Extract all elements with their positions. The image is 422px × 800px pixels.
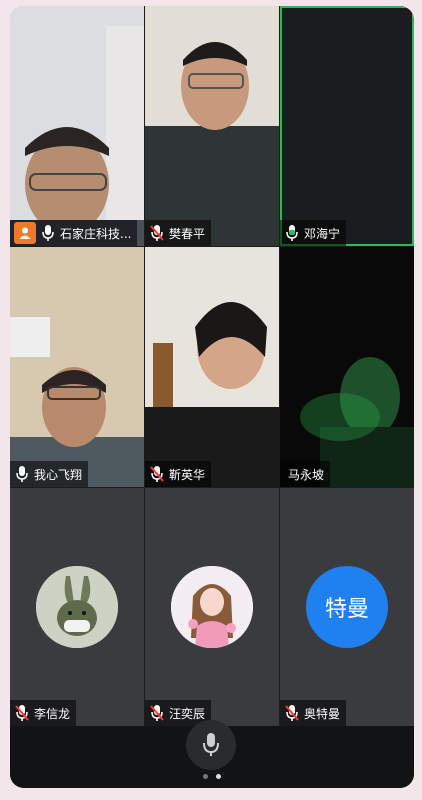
microphone-muted-icon bbox=[150, 705, 164, 721]
meeting-screen: 石家庄科技... 樊春平 邓海宁 我心飞翔 靳英华 马永坡 李信龙 汪奕辰 特曼… bbox=[10, 6, 414, 788]
participant-name: 奥特曼 bbox=[304, 706, 341, 721]
participant-label: 我心飞翔 bbox=[10, 461, 89, 487]
microphone-icon bbox=[42, 225, 54, 241]
participant-name: 石家庄科技... bbox=[60, 226, 132, 241]
participant-video bbox=[280, 6, 414, 246]
page-dot[interactable] bbox=[203, 774, 208, 779]
microphone-muted-icon bbox=[150, 225, 164, 241]
avatar: 特曼 bbox=[306, 566, 388, 648]
participant-label: 邓海宁 bbox=[280, 220, 347, 246]
video-grid: 石家庄科技... 樊春平 邓海宁 我心飞翔 靳英华 马永坡 李信龙 汪奕辰 特曼… bbox=[10, 6, 414, 726]
participant-video bbox=[280, 247, 414, 487]
doll-avatar-icon bbox=[171, 566, 253, 648]
participant-name: 樊春平 bbox=[169, 226, 206, 241]
participant-name: 汪奕辰 bbox=[169, 706, 206, 721]
microphone-active-icon bbox=[286, 225, 298, 241]
participant-tile-1[interactable]: 石家庄科技... bbox=[10, 6, 144, 246]
participant-tile-4[interactable]: 我心飞翔 bbox=[10, 247, 144, 487]
participant-video bbox=[10, 6, 144, 246]
participant-tile-5[interactable]: 靳英华 bbox=[145, 247, 279, 487]
microphone-icon bbox=[16, 466, 28, 482]
participant-label: 樊春平 bbox=[145, 220, 212, 246]
microphone-icon bbox=[203, 733, 219, 756]
page-indicator bbox=[10, 774, 414, 782]
bottom-bar bbox=[10, 720, 414, 788]
avatar bbox=[171, 566, 253, 648]
microphone-button[interactable] bbox=[186, 720, 236, 770]
avatar-initials: 特曼 bbox=[324, 597, 369, 622]
microphone-muted-icon bbox=[15, 705, 29, 721]
participant-name: 李信龙 bbox=[34, 706, 71, 721]
participant-tile-9[interactable]: 特曼 奥特曼 bbox=[280, 488, 414, 726]
participant-label: 奥特曼 bbox=[280, 700, 347, 726]
microphone-muted-icon bbox=[285, 705, 299, 721]
participant-tile-3[interactable]: 邓海宁 bbox=[280, 6, 414, 246]
page-dot-active[interactable] bbox=[216, 774, 221, 779]
microphone-muted-icon bbox=[150, 466, 164, 482]
participant-tile-2[interactable]: 樊春平 bbox=[145, 6, 279, 246]
participant-label: 石家庄科技... bbox=[10, 220, 138, 246]
participant-tile-8[interactable]: 汪奕辰 bbox=[145, 488, 279, 726]
participant-video bbox=[145, 6, 279, 246]
avatar bbox=[36, 566, 118, 648]
host-badge-icon bbox=[14, 222, 36, 244]
participant-name: 邓海宁 bbox=[304, 226, 341, 241]
participant-label: 靳英华 bbox=[145, 461, 212, 487]
rabbit-avatar-icon bbox=[36, 566, 118, 648]
participant-name: 我心飞翔 bbox=[34, 467, 83, 482]
participant-label: 马永坡 bbox=[280, 461, 331, 487]
participant-label: 李信龙 bbox=[10, 700, 77, 726]
participant-name: 靳英华 bbox=[169, 467, 206, 482]
participant-name: 马永坡 bbox=[288, 467, 325, 482]
participant-video bbox=[10, 247, 144, 487]
participant-video bbox=[145, 247, 279, 487]
participant-tile-6[interactable]: 马永坡 bbox=[280, 247, 414, 487]
participant-tile-7[interactable]: 李信龙 bbox=[10, 488, 144, 726]
